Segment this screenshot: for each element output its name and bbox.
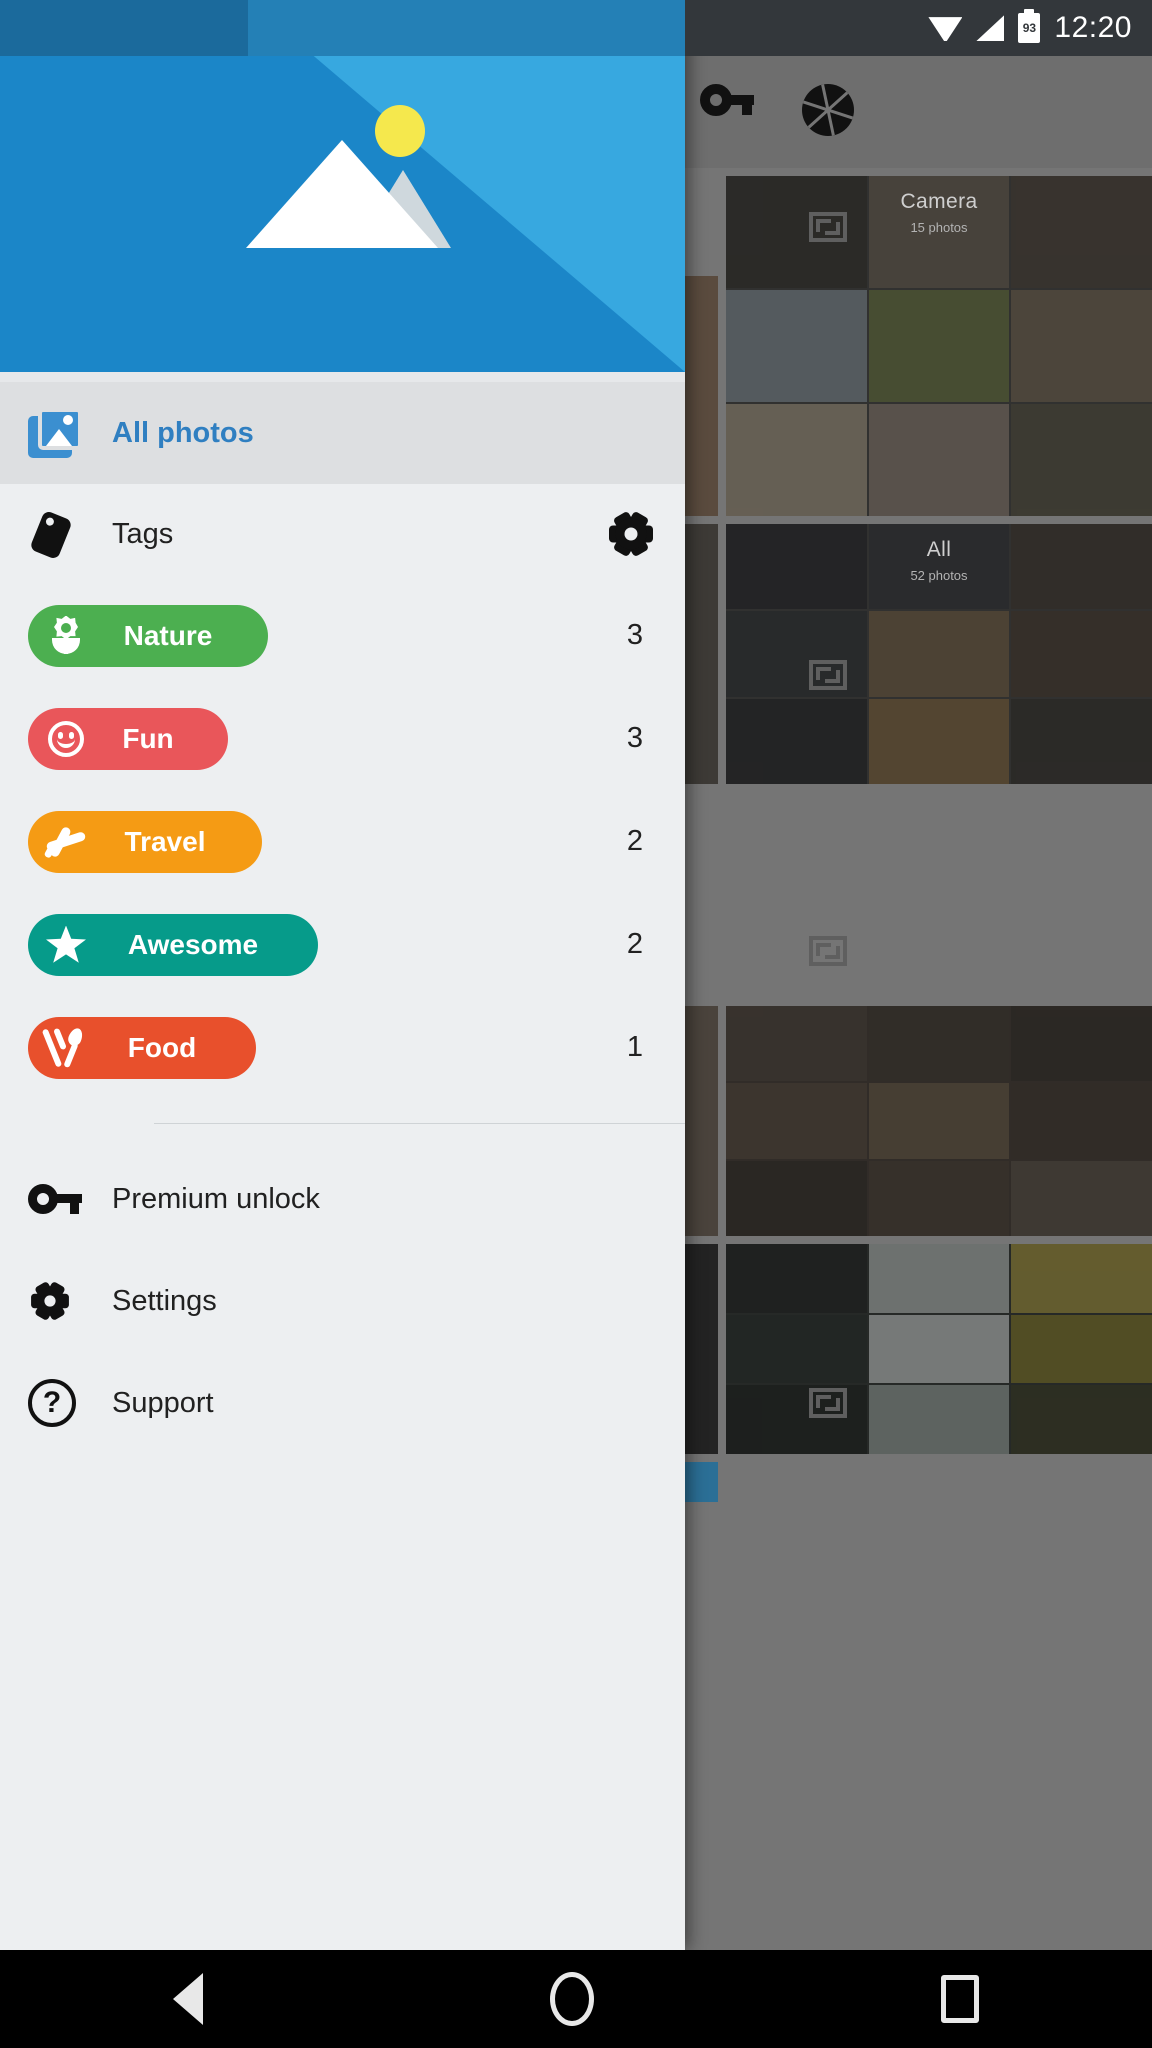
home-button[interactable] [549,1972,594,2026]
flower-icon [44,614,88,658]
sidebar-item-label: Support [112,1386,214,1419]
tag-count: 3 [626,722,643,754]
album-card[interactable]: Camera 15 photos [726,176,1152,516]
tag-chip[interactable]: Food [28,1016,256,1079]
expand-icon[interactable] [809,936,847,966]
album-card[interactable] [726,1244,1152,1454]
background-album-grid: Camera 15 photos All 52 photos [685,176,1152,1852]
album-thumb[interactable] [685,524,718,784]
sidebar-item-settings[interactable]: Settings [0,1250,685,1352]
gear-icon [28,1279,90,1323]
tags-section-label: Tags [112,517,174,550]
sidebar-item-premium-unlock[interactable]: Premium unlock [0,1148,685,1250]
cell-signal-icon [976,15,1005,41]
tag-item-fun[interactable]: Fun 3 [0,687,685,790]
menu-separator [154,1123,685,1124]
album-thumb[interactable] [685,1006,718,1236]
tag-label: Travel [124,825,206,857]
airplane-icon [43,820,88,864]
tag-item-awesome[interactable]: Awesome 2 [0,893,685,996]
phone-screen: Camera 15 photos All 52 photos 93 12:20 … [0,0,1152,2048]
tag-label: Nature [123,619,213,651]
tag-label: Awesome [127,928,259,960]
status-bar-tint-light [248,0,685,56]
tag-count: 2 [626,928,643,960]
expand-icon[interactable] [809,660,847,690]
album-thumb[interactable] [685,1244,718,1454]
drawer-divider [0,372,685,382]
back-button[interactable] [173,1973,204,2025]
expand-icon[interactable] [809,212,847,242]
tag-icon [28,509,90,561]
sidebar-item-label: All photos [112,416,254,449]
photo-library-icon [28,408,90,458]
camera-aperture-icon[interactable] [802,84,858,140]
tag-count: 2 [626,825,643,857]
status-bar: 93 12:20 [0,0,1152,56]
tag-chip[interactable]: Nature [28,604,268,667]
clock: 12:20 [1054,11,1132,44]
sidebar-item-label: Premium unlock [112,1182,320,1215]
navigation-drawer: All photos Tags Nature 3 Fun 3 Travel 2 … [0,0,685,1950]
tags-settings-gear-icon[interactable] [609,510,653,558]
tags-section-header[interactable]: Tags [0,484,685,584]
album-column-right: Camera 15 photos All 52 photos [726,176,1152,1852]
sidebar-item-all-photos[interactable]: All photos [0,382,685,484]
star-icon [44,923,88,967]
tag-count: 3 [626,619,643,651]
tag-chip[interactable]: Travel [28,810,262,873]
fork-spoon-icon [41,1025,88,1070]
tag-item-travel[interactable]: Travel 2 [0,790,685,893]
tag-chip[interactable]: Awesome [28,913,318,976]
tag-item-nature[interactable]: Nature 3 [0,584,685,687]
sidebar-item-support[interactable]: ? Support [0,1352,685,1454]
smiley-icon [44,717,88,761]
battery-icon: 93 [1018,9,1041,43]
battery-percent: 93 [1022,21,1037,35]
key-icon[interactable] [700,84,756,140]
tag-list: Nature 3 Fun 3 Travel 2 Awesome 2 Food 1 [0,584,685,1099]
album-thumb[interactable] [685,276,718,516]
key-icon [28,1184,90,1214]
tag-chip[interactable]: Fun [28,707,228,770]
album-title: All [926,538,952,561]
system-navigation-bar [0,1950,1152,2048]
tag-count: 1 [626,1031,643,1063]
album-card[interactable] [726,1006,1152,1236]
expand-icon[interactable] [809,1388,847,1418]
recents-button[interactable] [940,1975,979,2023]
tag-label: Fun [122,722,174,754]
wifi-icon [928,17,963,41]
mountain-icon [246,140,438,248]
album-subtitle: 52 photos [910,568,968,583]
tag-item-food[interactable]: Food 1 [0,996,685,1099]
sidebar-item-label: Settings [112,1284,217,1317]
tag-label: Food [127,1031,197,1063]
album-card[interactable]: All 52 photos [726,524,1152,784]
album-thumb[interactable] [685,1462,718,1502]
album-subtitle: 15 photos [910,220,968,235]
question-circle-icon: ? [28,1379,90,1427]
album-column-left [685,176,718,1852]
album-title: Camera [900,190,978,213]
